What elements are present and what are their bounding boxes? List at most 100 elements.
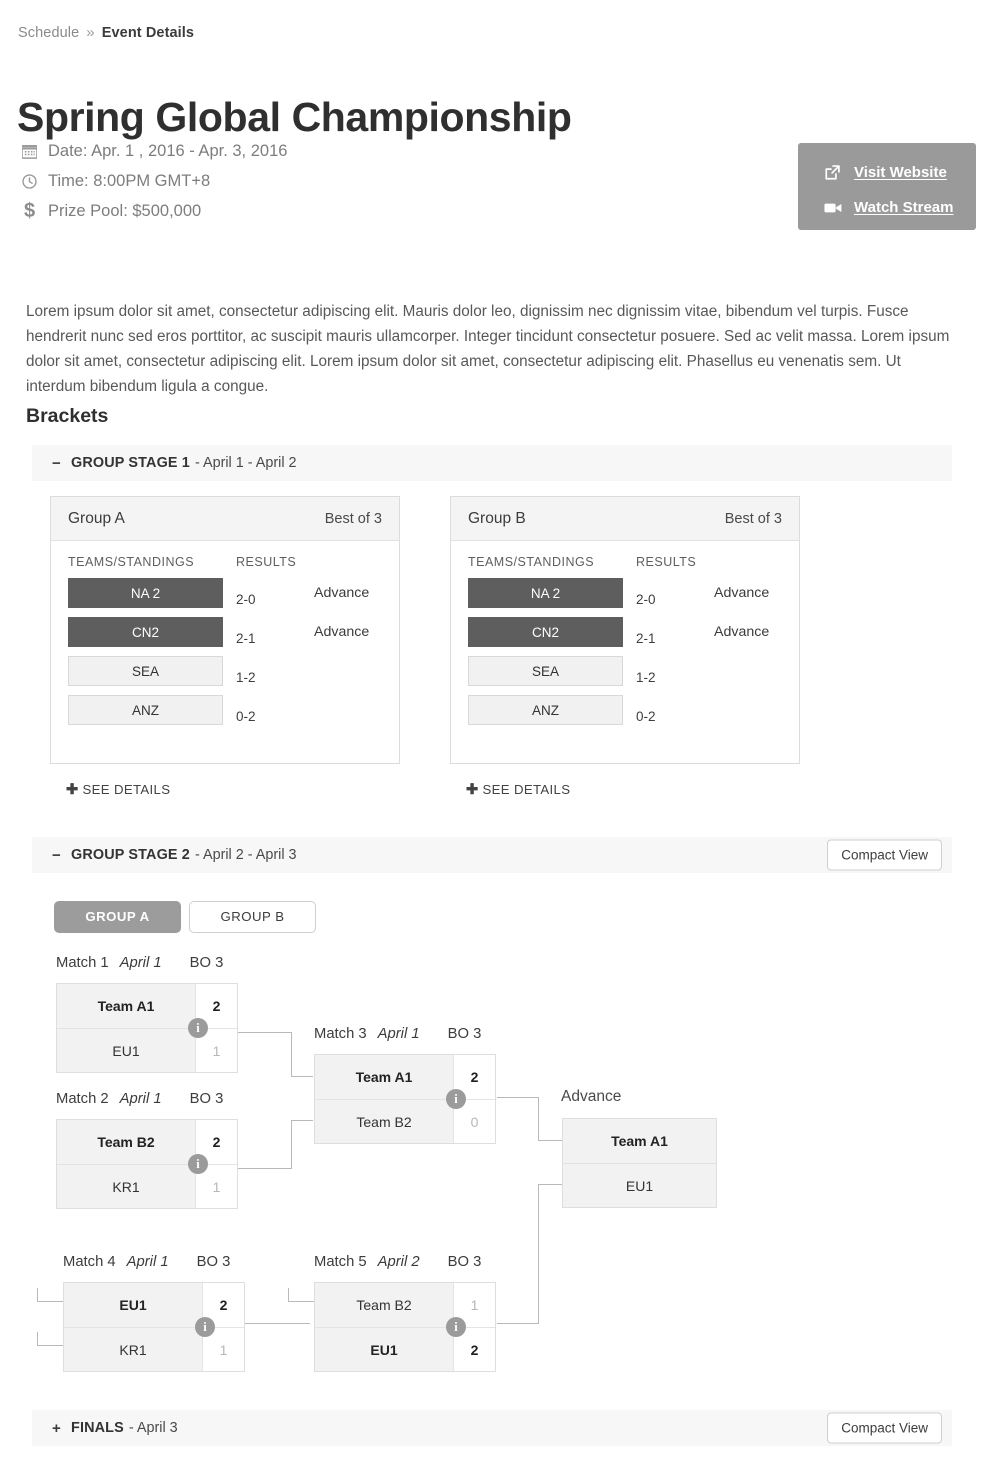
match-row[interactable]: KR1 1 — [64, 1327, 244, 1371]
see-details-group-b[interactable]: ✚ SEE DETAILS — [466, 782, 570, 798]
match-4-box[interactable]: EU1 2 KR1 1 i — [63, 1282, 245, 1372]
compact-view-button-stage-2[interactable]: Compact View — [827, 839, 942, 871]
see-details-label: SEE DETAILS — [482, 782, 571, 797]
match-2-box[interactable]: Team B2 2 KR1 1 i — [56, 1119, 238, 1209]
status-badge: Advance — [714, 624, 770, 640]
breadcrumb-link-schedule[interactable]: Schedule — [18, 25, 79, 41]
brackets-heading: Brackets — [26, 405, 109, 427]
info-icon[interactable]: i — [188, 1154, 208, 1174]
match-row[interactable]: Team B2 2 — [57, 1120, 237, 1164]
connector — [291, 1120, 313, 1121]
match-team-name: Team B2 — [315, 1100, 453, 1143]
match-team-name: EU1 — [64, 1283, 202, 1327]
match-4-date: April 1 — [126, 1254, 169, 1270]
stage-header-group-stage-2[interactable]: − GROUP STAGE 2 - April 2 - April 3 Comp… — [32, 837, 952, 873]
match-4: Match 4 April 1 BO 3 EU1 2 KR1 1 i — [63, 1254, 245, 1372]
group-b-table: TEAMS/STANDINGS RESULTS NA 2 2-0 Advance… — [451, 541, 799, 725]
info-icon[interactable]: i — [188, 1018, 208, 1038]
group-b-title: Group B — [468, 509, 526, 527]
meta-row-time: Time: 8:00PM GMT+8 — [22, 166, 287, 196]
compact-view-button-finals[interactable]: Compact View — [827, 1412, 942, 1444]
group-a-header: Group A Best of 3 — [51, 497, 399, 541]
match-2-label: Match 2 — [56, 1091, 109, 1107]
connector — [291, 1120, 292, 1169]
breadcrumb-current: Event Details — [101, 25, 195, 41]
match-team-name: Team B2 — [57, 1120, 195, 1164]
advance-team: EU1 — [563, 1163, 716, 1207]
match-row[interactable]: Team A1 2 — [57, 984, 237, 1028]
match-row[interactable]: KR1 1 — [57, 1164, 237, 1208]
stage-1-dates: - April 1 - April 2 — [194, 455, 297, 471]
table-row[interactable]: NA 2 2-0 Advance — [468, 578, 782, 608]
match-2: Match 2 April 1 BO 3 Team B2 2 KR1 1 i — [56, 1091, 238, 1209]
match-row[interactable]: EU1 2 — [315, 1327, 495, 1371]
match-team-name: KR1 — [64, 1328, 202, 1371]
match-row[interactable]: Team B2 0 — [315, 1099, 495, 1143]
meta-row-date: Date: Apr. 1 , 2016 - Apr. 3, 2016 — [22, 136, 287, 166]
match-5: Match 5 April 2 BO 3 Team B2 1 EU1 2 i — [314, 1254, 496, 1372]
tab-group-b[interactable]: GROUP B — [189, 901, 316, 933]
match-team-name: EU1 — [315, 1328, 453, 1371]
row-score: 0-2 — [636, 709, 656, 724]
match-team-name: Team B2 — [315, 1283, 453, 1327]
advance-box[interactable]: Team A1 EU1 — [562, 1118, 717, 1208]
team-chip: ANZ — [68, 695, 223, 725]
match-1-box[interactable]: Team A1 2 EU1 1 i — [56, 983, 238, 1073]
tab-group-a[interactable]: GROUP A — [54, 901, 181, 933]
table-row[interactable]: NA 2 2-0 Advance — [68, 578, 382, 608]
match-row[interactable]: Team B2 1 — [315, 1283, 495, 1327]
table-row[interactable]: ANZ 0-2 — [468, 695, 782, 725]
stage-header-group-stage-1[interactable]: − GROUP STAGE 1 - April 1 - April 2 — [32, 445, 952, 481]
meta-time-text: Time: 8:00PM GMT+8 — [48, 171, 211, 190]
page-title: Spring Global Championship — [17, 94, 572, 141]
match-1-bo: BO 3 — [189, 955, 224, 971]
table-row[interactable]: CN2 2-1 Advance — [468, 617, 782, 647]
breadcrumb: Schedule » Event Details — [18, 24, 194, 41]
table-row[interactable]: CN2 2-1 Advance — [68, 617, 382, 647]
stage-2-dates: - April 2 - April 3 — [194, 847, 297, 863]
status-badge: Advance — [314, 585, 370, 601]
stage-header-finals[interactable]: + FINALS - April 3 Compact View — [32, 1410, 952, 1446]
match-team-name: KR1 — [57, 1165, 195, 1208]
info-icon[interactable]: i — [195, 1317, 215, 1337]
match-row[interactable]: Team A1 2 — [315, 1055, 495, 1099]
connector — [291, 1076, 313, 1077]
table-row[interactable]: ANZ 0-2 — [68, 695, 382, 725]
collapse-minus-icon[interactable]: − — [52, 456, 65, 471]
visit-website-label: Visit Website — [854, 164, 947, 181]
group-a-best-of: Best of 3 — [324, 510, 382, 527]
info-icon[interactable]: i — [446, 1089, 466, 1109]
table-row[interactable]: SEA 1-2 — [68, 656, 382, 686]
match-1-label: Match 1 — [56, 955, 109, 971]
row-score: 2-0 — [236, 592, 256, 607]
collapse-minus-icon[interactable]: − — [52, 848, 65, 863]
group-a-col-results: RESULTS — [236, 555, 297, 569]
table-row[interactable]: SEA 1-2 — [468, 656, 782, 686]
watch-stream-link[interactable]: Watch Stream — [824, 190, 976, 225]
team-chip: CN2 — [68, 617, 223, 647]
event-description: Lorem ipsum dolor sit amet, consectetur … — [26, 303, 950, 396]
expand-plus-icon[interactable]: + — [52, 1421, 65, 1436]
connector — [238, 1168, 292, 1169]
status-badge: Advance — [314, 624, 370, 640]
connector — [497, 1323, 539, 1324]
match-row[interactable]: EU1 1 — [57, 1028, 237, 1072]
stage-2-name: GROUP STAGE 2 — [71, 847, 190, 863]
info-icon[interactable]: i — [446, 1317, 466, 1337]
see-details-group-a[interactable]: ✚ SEE DETAILS — [66, 782, 170, 798]
match-row[interactable]: EU1 2 — [64, 1283, 244, 1327]
stage-1-name: GROUP STAGE 1 — [71, 455, 190, 471]
connector — [497, 1097, 539, 1098]
match-5-box[interactable]: Team B2 1 EU1 2 i — [314, 1282, 496, 1372]
advance-team: Team A1 — [563, 1119, 716, 1163]
match-3-box[interactable]: Team A1 2 Team B2 0 i — [314, 1054, 496, 1144]
connector — [37, 1301, 64, 1302]
group-a-table: TEAMS/STANDINGS RESULTS NA 2 2-0 Advance… — [51, 541, 399, 725]
match-5-bo: BO 3 — [447, 1254, 482, 1270]
visit-website-link[interactable]: Visit Website — [824, 155, 976, 190]
connector — [288, 1288, 289, 1302]
team-chip: NA 2 — [468, 578, 623, 608]
video-camera-icon — [824, 201, 854, 215]
match-4-header: Match 4 April 1 BO 3 — [63, 1254, 245, 1274]
finals-dates: - April 3 — [128, 1420, 178, 1436]
